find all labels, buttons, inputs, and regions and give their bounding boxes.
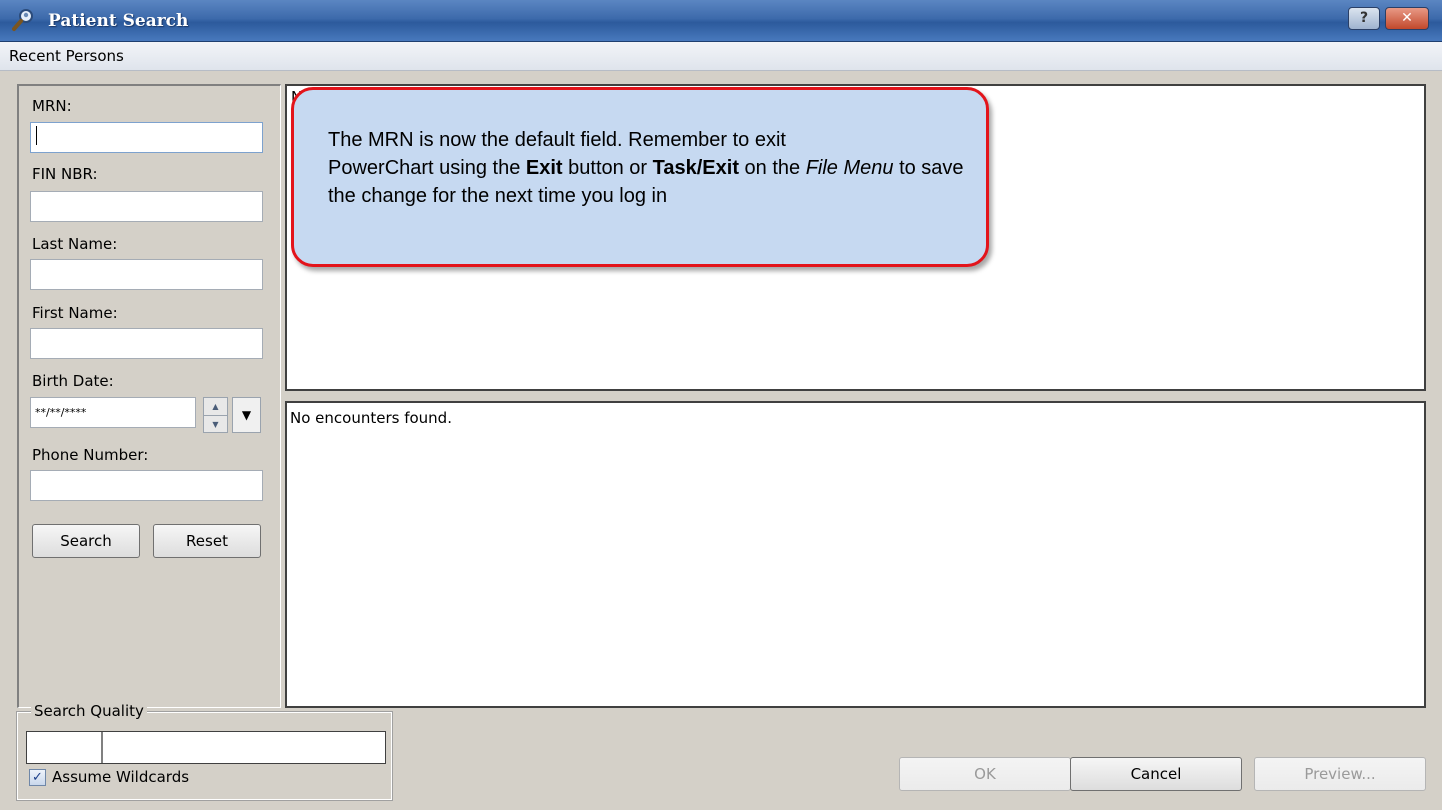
dropdown-arrow-icon: ▼ [241, 408, 252, 422]
phone-number-label: Phone Number: [32, 446, 149, 464]
help-icon: ? [1359, 10, 1369, 26]
window-title: Patient Search [48, 11, 189, 31]
callout-italic-file-menu: File Menu [805, 157, 894, 179]
birth-date-label: Birth Date: [32, 372, 114, 390]
text-caret [36, 126, 37, 145]
callout-text-2: PowerChart using the [328, 157, 526, 179]
fin-nbr-label: FIN NBR: [32, 165, 98, 183]
birth-date-spinner[interactable]: ▲ ▼ [203, 397, 228, 433]
search-button[interactable]: Search [32, 524, 140, 558]
check-icon: ✓ [32, 770, 43, 785]
help-button[interactable]: ? [1348, 7, 1380, 30]
spin-up-icon[interactable]: ▲ [204, 398, 227, 416]
encounter-results-empty-text: No encounters found. [290, 409, 452, 427]
last-name-label: Last Name: [32, 235, 118, 253]
menu-recent-persons[interactable]: Recent Persons [9, 47, 124, 65]
close-icon: ✕ [1401, 10, 1413, 26]
birth-date-input[interactable] [30, 397, 196, 428]
callout-line-1: The MRN is now the default field. Rememb… [328, 129, 786, 151]
preview-button[interactable]: Preview... [1254, 757, 1426, 791]
fin-nbr-input[interactable] [30, 191, 263, 222]
search-quality-meter [26, 731, 386, 764]
menu-bar: Recent Persons [0, 42, 1442, 71]
mrn-label: MRN: [32, 97, 72, 115]
search-quality-legend: Search Quality [31, 702, 147, 720]
phone-number-input[interactable] [30, 470, 263, 501]
mrn-input[interactable] [30, 122, 263, 153]
spin-down-icon[interactable]: ▼ [204, 416, 227, 433]
close-button[interactable]: ✕ [1385, 7, 1429, 30]
cancel-button[interactable]: Cancel [1070, 757, 1242, 791]
callout-bold-exit: Exit [525, 157, 563, 179]
callout-text-4: on the [738, 157, 806, 179]
reset-button[interactable]: Reset [153, 524, 261, 558]
first-name-input[interactable] [30, 328, 263, 359]
last-name-input[interactable] [30, 259, 263, 290]
ok-button[interactable]: OK [899, 757, 1071, 791]
encounter-results-list[interactable]: No encounters found. [285, 401, 1426, 708]
callout-text-3: button or [562, 157, 653, 179]
first-name-label: First Name: [32, 304, 118, 322]
search-quality-segment-divider [101, 732, 103, 763]
magnifier-person-icon [12, 9, 33, 31]
birth-date-dropdown-button[interactable]: ▼ [232, 397, 261, 433]
instruction-callout: The MRN is now the default field. Rememb… [291, 87, 989, 267]
callout-bold-task-exit: Task/Exit [652, 157, 739, 179]
assume-wildcards-checkbox[interactable]: ✓ [29, 769, 46, 786]
title-bar[interactable]: Patient Search ? ✕ [0, 0, 1442, 42]
assume-wildcards-label[interactable]: Assume Wildcards [52, 768, 189, 786]
